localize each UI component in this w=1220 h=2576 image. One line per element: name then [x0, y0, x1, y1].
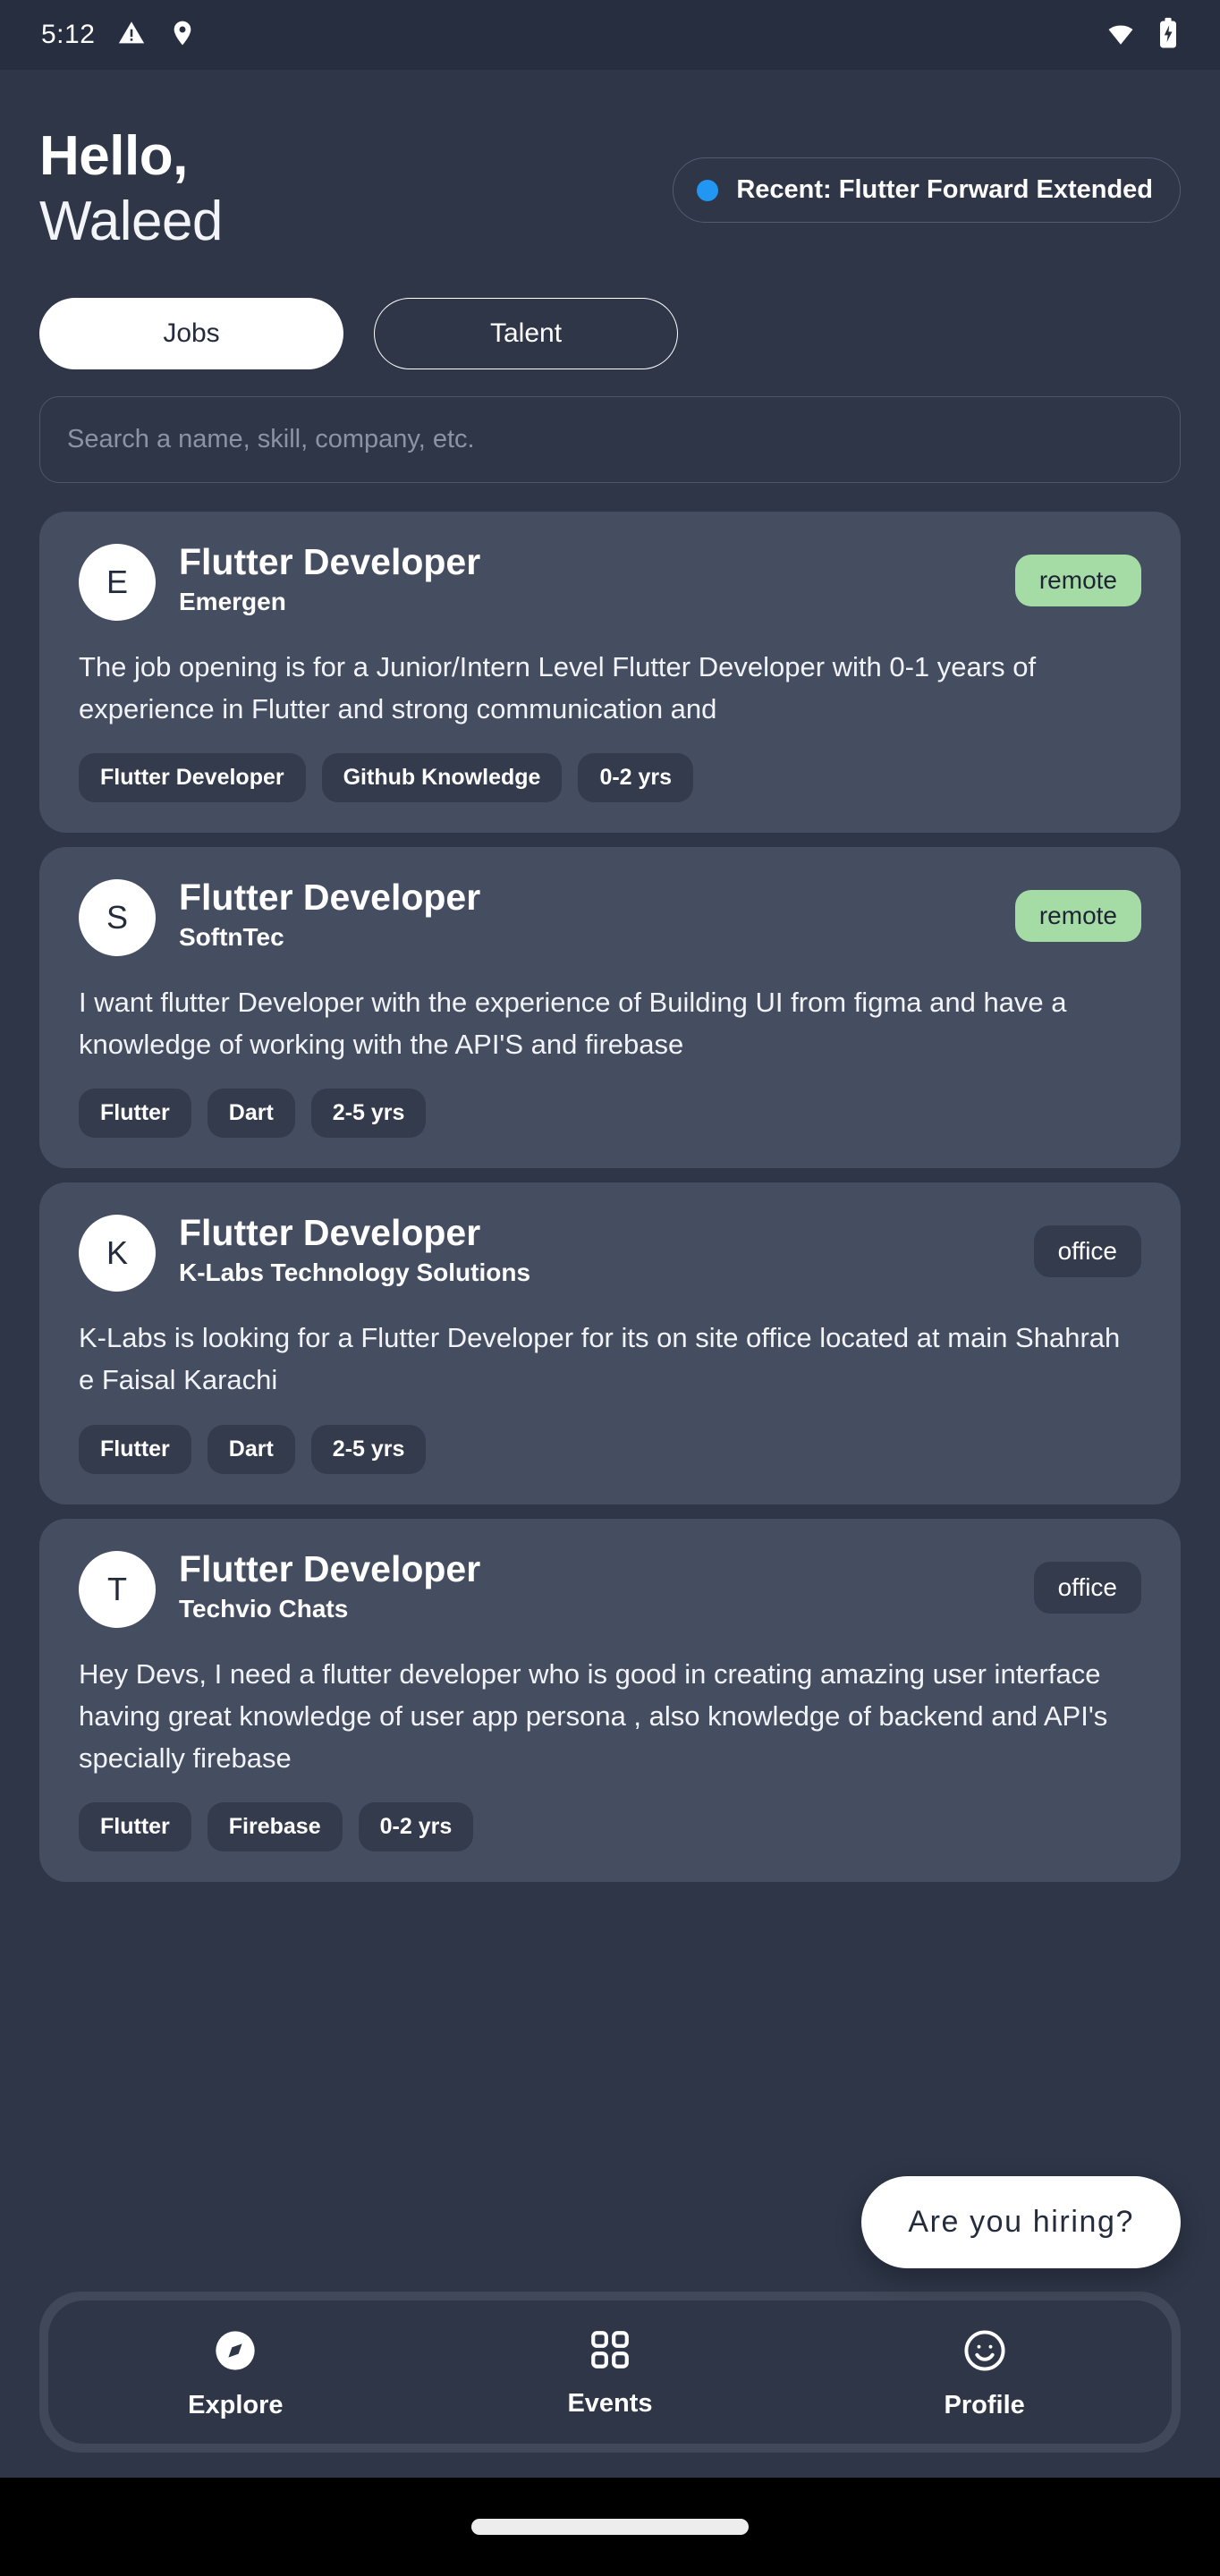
job-card-header: K Flutter Developer K-Labs Technology So… [79, 1211, 1141, 1292]
job-tag[interactable]: 2-5 yrs [310, 1424, 427, 1474]
avatar: E [79, 543, 156, 621]
job-card-header: T Flutter Developer Techvio Chats office [79, 1547, 1141, 1628]
tab-jobs[interactable]: Jobs [39, 297, 343, 369]
bottom-nav: Explore Events Profile [48, 2301, 1172, 2444]
status-badge: office [1033, 1225, 1141, 1278]
job-tags: Flutter Firebase 0-2 yrs [79, 1801, 1141, 1852]
avatar: K [79, 1215, 156, 1292]
job-tags: Flutter Dart 2-5 yrs [79, 1089, 1141, 1139]
job-card-header: S Flutter Developer SoftnTec remote [79, 876, 1141, 957]
segment-tabs: Jobs Talent [0, 253, 1220, 369]
nav-label-events: Events [567, 2389, 653, 2418]
wifi-icon [1104, 18, 1138, 53]
location-pin-icon [168, 18, 197, 53]
job-tag[interactable]: Firebase [207, 1801, 343, 1852]
job-description: K-Labs is looking for a Flutter Develope… [79, 1322, 1121, 1396]
job-tag[interactable]: 0-2 yrs [358, 1801, 474, 1852]
nav-label-profile: Profile [944, 2391, 1025, 2419]
warning-triangle-icon [116, 18, 147, 53]
job-list: E Flutter Developer Emergen remote The j… [0, 483, 1220, 1882]
job-tags: Flutter Developer Github Knowledge 0-2 y… [79, 753, 1141, 803]
home-indicator[interactable] [471, 2519, 749, 2535]
status-badge: remote [1014, 554, 1141, 606]
avatar: S [79, 879, 156, 957]
job-tag[interactable]: 2-5 yrs [310, 1089, 427, 1139]
job-card[interactable]: T Flutter Developer Techvio Chats office… [39, 1518, 1181, 1882]
job-card-titles: Flutter Developer K-Labs Technology Solu… [179, 1211, 530, 1287]
bottom-nav-container: Explore Events Profile [39, 2292, 1181, 2453]
job-tag[interactable]: Flutter [79, 1801, 191, 1852]
greeting-username: Waleed [39, 191, 223, 253]
status-badge: office [1033, 1561, 1141, 1614]
status-bar: 5:12 [0, 0, 1220, 70]
status-bar-left: 5:12 [41, 18, 197, 53]
greeting-hello: Hello, [39, 125, 188, 187]
search-container [0, 369, 1220, 483]
job-title: Flutter Developer [179, 540, 481, 582]
job-description: Hey Devs, I need a flutter developer who… [79, 1657, 1108, 1774]
recent-event-chip[interactable]: Recent: Flutter Forward Extended [673, 157, 1181, 223]
nav-item-explore[interactable]: Explore [48, 2327, 423, 2420]
job-tag[interactable]: Github Knowledge [321, 753, 563, 803]
status-bar-right [1104, 17, 1179, 54]
job-tag[interactable]: Flutter Developer [79, 753, 306, 803]
job-card-titles: Flutter Developer Techvio Chats [179, 1547, 480, 1623]
job-card-titles: Flutter Developer SoftnTec [179, 876, 480, 952]
job-title: Flutter Developer [179, 877, 481, 919]
greeting-header: Hello, Waleed Recent: Flutter Forward Ex… [0, 70, 1220, 253]
job-tag[interactable]: 0-2 yrs [578, 753, 694, 803]
status-badge: remote [1014, 890, 1141, 943]
search-input[interactable] [39, 395, 1181, 483]
job-tags: Flutter Dart 2-5 yrs [79, 1424, 1141, 1474]
nav-item-profile[interactable]: Profile [797, 2327, 1172, 2420]
nav-item-events[interactable]: Events [423, 2327, 798, 2420]
job-tag[interactable]: Flutter [79, 1424, 191, 1474]
job-tag[interactable]: Dart [207, 1424, 295, 1474]
phone-screen: 5:12 Hello, Waleed Recent: Flutter Forwa… [0, 0, 1220, 2576]
blue-dot-icon [697, 179, 719, 201]
gesture-navigation-bar [0, 2478, 1220, 2576]
explore-compass-icon [212, 2327, 258, 2378]
grid-apps-icon [588, 2327, 632, 2377]
app-body: Hello, Waleed Recent: Flutter Forward Ex… [0, 70, 1220, 2478]
job-card-titles: Flutter Developer Emergen [179, 540, 480, 616]
job-card-header: E Flutter Developer Emergen remote [79, 540, 1141, 621]
avatar: T [79, 1550, 156, 1628]
are-you-hiring-button[interactable]: Are you hiring? [861, 2176, 1181, 2268]
job-card[interactable]: S Flutter Developer SoftnTec remote I wa… [39, 847, 1181, 1169]
battery-charging-icon [1157, 17, 1179, 54]
greeting-block: Hello, Waleed [39, 125, 223, 253]
recent-event-label: Recent: Flutter Forward Extended [736, 175, 1153, 204]
job-company: Emergen [179, 587, 286, 615]
job-company: SoftnTec [179, 923, 284, 952]
job-tag[interactable]: Dart [207, 1089, 295, 1139]
job-title: Flutter Developer [179, 1212, 481, 1254]
job-card[interactable]: K Flutter Developer K-Labs Technology So… [39, 1182, 1181, 1504]
tab-talent[interactable]: Talent [374, 297, 678, 369]
job-tag[interactable]: Flutter [79, 1089, 191, 1139]
job-description: I want flutter Developer with the experi… [79, 987, 1067, 1061]
job-title: Flutter Developer [179, 1547, 481, 1589]
job-description: The job opening is for a Junior/Intern L… [79, 650, 1037, 724]
status-bar-clock: 5:12 [41, 20, 96, 49]
job-card[interactable]: E Flutter Developer Emergen remote The j… [39, 511, 1181, 834]
job-company: Techvio Chats [179, 1594, 349, 1623]
job-company: K-Labs Technology Solutions [179, 1258, 531, 1287]
smiley-face-icon [962, 2327, 1008, 2378]
nav-label-explore: Explore [188, 2391, 284, 2419]
